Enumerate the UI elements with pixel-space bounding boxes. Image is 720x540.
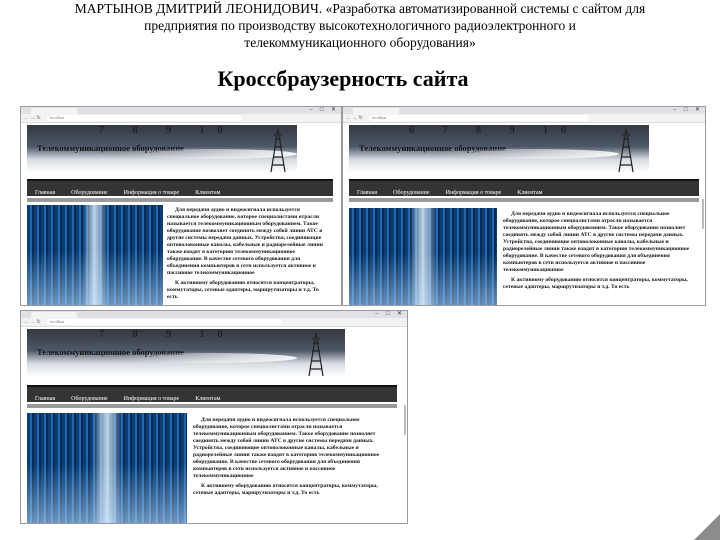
tab-bar: – □ ✕ [343, 107, 705, 114]
content-text: Для передачи аудио и видеосигнала исполь… [503, 211, 693, 294]
nav-separator [349, 198, 699, 202]
banner-numbers: 6 7 8 9 10 [409, 125, 579, 136]
address-bar: ← → ↻ localhost [21, 318, 407, 327]
paragraph-1: Для передачи аудио и видеосигнала исполь… [503, 211, 690, 273]
header-line-3: телекоммуникационного оборудования» [244, 35, 476, 50]
site-nav: Главная Оборудование Информация о товаре… [27, 179, 333, 196]
site-banner: 6 7 8 9 10 Телекоммуникационное оборудов… [349, 125, 649, 173]
nav-arrows-icon[interactable]: ← → ↻ [346, 115, 363, 121]
slide-corner-decoration [694, 514, 720, 540]
paragraph-2: К активному оборудованию относятся конце… [167, 280, 319, 300]
browser-window-3: – □ ✕ ← → ↻ localhost 7 8 9 10 Телекомму… [20, 310, 408, 524]
browser-window-1: – □ ✕ ← → ↻ localhost 7 8 9 10 Телекомму… [20, 106, 342, 306]
slide-header: МАРТЫНОВ ДМИТРИЙ ЛЕОНИДОВИЧ. «Разработка… [0, 0, 720, 51]
content-text: Для передачи аудио и видеосигнала исполь… [193, 417, 393, 500]
site-banner: 7 8 9 10 Телекоммуникационное оборудован… [27, 125, 297, 173]
paragraph-2: К активному оборудованию относятся конце… [503, 277, 688, 290]
header-line-2: предприятия по производству высокотехнол… [144, 18, 576, 33]
header-line-1: МАРТЫНОВ ДМИТРИЙ ЛЕОНИДОВИЧ. «Разработка… [74, 1, 646, 16]
content-text: Для передачи аудио и видеосигнала исполь… [167, 207, 329, 304]
datacenter-image [349, 208, 497, 305]
nav-separator [27, 198, 333, 202]
banner-numbers: 7 8 9 10 [99, 329, 236, 340]
antenna-tower-icon [618, 128, 634, 173]
url-field[interactable]: localhost [47, 319, 282, 325]
nav-arrows-icon[interactable]: ← → ↻ [24, 319, 41, 325]
paragraph-1: Для передачи аудио и видеосигнала исполь… [193, 417, 380, 479]
banner-numbers: 7 8 9 10 [99, 125, 236, 136]
antenna-tower-icon [308, 332, 324, 377]
browser-window-2: – □ ✕ ← → ↻ localhost 6 7 8 9 10 Телеком… [342, 106, 706, 306]
scrollbar-thumb[interactable] [702, 199, 704, 229]
slide-title: Кроссбраузерность сайта [217, 66, 469, 91]
site-nav: Главная Оборудование Информация о товаре… [349, 179, 699, 196]
nav-arrows-icon[interactable]: ← → ↻ [24, 115, 41, 121]
banner-swoosh [117, 353, 297, 363]
url-field[interactable]: localhost [369, 115, 590, 121]
scrollbar-thumb[interactable] [404, 405, 406, 435]
window-controls[interactable]: – □ ✕ [375, 311, 405, 318]
tab-bar: – □ ✕ [21, 107, 341, 114]
nav-separator [27, 404, 397, 408]
paragraph-1: Для передачи аудио и видеосигнала исполь… [167, 207, 323, 276]
antenna-tower-icon [270, 128, 286, 173]
window-controls[interactable]: – □ ✕ [673, 107, 703, 114]
paragraph-2: К активному оборудованию относятся конце… [193, 483, 378, 496]
window-controls[interactable]: – □ ✕ [309, 107, 339, 114]
site-nav: Главная Оборудование Информация о товаре… [27, 385, 397, 402]
datacenter-image [27, 413, 187, 523]
address-bar: ← → ↻ localhost [343, 114, 705, 123]
address-bar: ← → ↻ localhost [21, 114, 341, 123]
datacenter-image [27, 205, 163, 305]
banner-swoosh [439, 149, 619, 159]
tab-bar: – □ ✕ [21, 311, 407, 318]
url-field[interactable]: localhost [47, 115, 242, 121]
site-banner: 7 8 9 10 Телекоммуникационное оборудован… [27, 329, 345, 377]
